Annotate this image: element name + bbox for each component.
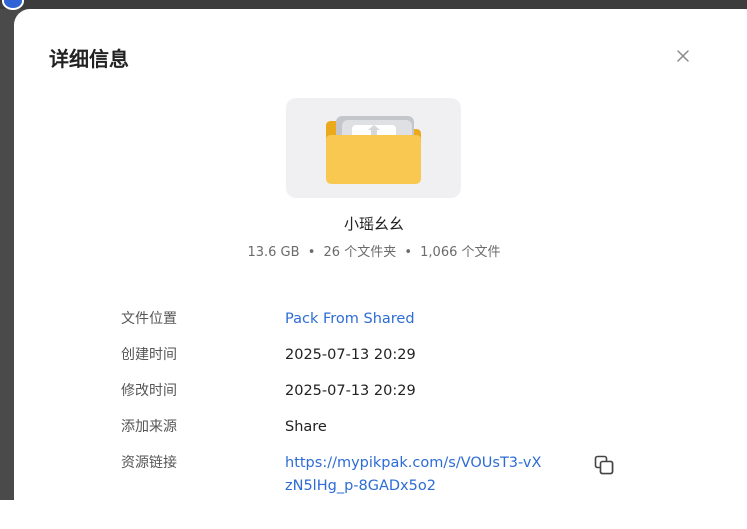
resource-link[interactable]: https://mypikpak.com/s/VOUsT3-vXzN5lHg_p…	[285, 452, 545, 498]
folder-count: 26 个文件夹	[323, 245, 397, 260]
file-size: 13.6 GB	[247, 245, 300, 260]
background-top-bar	[0, 0, 747, 9]
location-link[interactable]: Pack From Shared	[285, 309, 415, 329]
copy-icon	[594, 455, 614, 475]
close-button[interactable]	[674, 47, 692, 65]
resource-link-label: 资源链接	[121, 455, 177, 471]
modified-time-label: 修改时间	[121, 383, 177, 399]
location-label: 文件位置	[121, 311, 177, 327]
modified-time-value: 2025-07-13 20:29	[285, 383, 416, 399]
dialog-title: 详细信息	[49, 47, 129, 71]
source-value: Share	[285, 419, 327, 435]
file-name: 小瑶幺幺	[343, 215, 404, 233]
details-dialog: 详细信息 小瑶幺幺 13.6 GB • 26 个文件夹 • 1,066 个文件 …	[14, 9, 747, 529]
close-icon	[677, 50, 689, 62]
created-time-value: 2025-07-13 20:29	[285, 347, 416, 363]
file-thumbnail	[286, 98, 461, 198]
file-count: 1,066 个文件	[420, 245, 501, 260]
copy-link-button[interactable]	[592, 453, 616, 477]
separator: •	[307, 245, 316, 260]
file-summary: 13.6 GB • 26 个文件夹 • 1,066 个文件	[14, 244, 734, 262]
folder-icon	[326, 116, 421, 184]
source-label: 添加来源	[121, 419, 177, 435]
created-time-label: 创建时间	[121, 347, 177, 363]
separator: •	[404, 245, 413, 260]
